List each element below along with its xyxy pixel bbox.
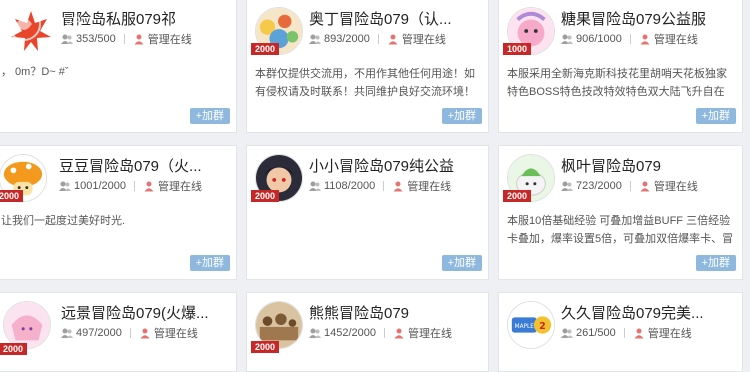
- group-card[interactable]: 冒险岛私服079祁 353/500 管理在线 ， 0m？D~ #ˇ +加群: [0, 0, 237, 133]
- divider: [384, 328, 385, 338]
- capacity-badge: 1000: [503, 43, 532, 55]
- svg-text:2: 2: [539, 321, 546, 332]
- group-meta: 1452/2000 管理在线: [309, 325, 452, 341]
- divider: [134, 181, 135, 191]
- capacity-badge: 2000: [0, 343, 28, 355]
- members-icon: [309, 180, 321, 192]
- admin-status: 管理在线: [158, 181, 202, 193]
- admin-icon: [639, 180, 651, 192]
- group-meta: 1108/2000 管理在线: [309, 178, 451, 194]
- capacity-badge: 2000: [251, 43, 280, 55]
- admin-icon: [387, 33, 399, 45]
- member-count: 497/2000: [76, 327, 122, 339]
- admin-status: 管理在线: [401, 34, 446, 46]
- admin-status: 管理在线: [647, 328, 692, 340]
- group-card[interactable]: 1000 糖果冒险岛079公益服 906/1000 管理在线 本服采用全新海克斯…: [498, 0, 743, 133]
- group-meta: 497/2000 管理在线: [61, 325, 198, 341]
- group-card[interactable]: 2000 豆豆冒险岛079（火... 1001/2000 管理在线 让我们一起度…: [0, 145, 237, 280]
- admin-icon: [139, 327, 151, 339]
- members-icon: [61, 327, 73, 339]
- group-title[interactable]: 糖果冒险岛079公益服: [561, 8, 706, 29]
- join-group-button[interactable]: +加群: [695, 255, 736, 271]
- admin-icon: [393, 327, 405, 339]
- join-group-button[interactable]: +加群: [695, 108, 736, 124]
- group-title[interactable]: 熊熊冒险岛079: [309, 302, 409, 323]
- admin-icon: [392, 180, 404, 192]
- member-count: 1001/2000: [74, 180, 126, 192]
- divider: [383, 181, 385, 191]
- divider: [377, 34, 379, 44]
- maplestory-logo-icon: MAPLE 2: [508, 302, 554, 348]
- group-avatar: [7, 7, 55, 55]
- group-description: 本群仅提供交流用，不用作其他任何用途！如有侵权请及时联系！共同维护良好交流环境！: [255, 68, 475, 98]
- member-count: 1108/2000: [324, 180, 376, 192]
- group-description: 让我们一起度过美好时光.: [1, 215, 126, 227]
- group-meta: 723/2000 管理在线: [561, 178, 698, 194]
- admin-status: 管理在线: [653, 34, 698, 46]
- admin-icon: [639, 33, 651, 45]
- capacity-badge: 2000: [251, 190, 280, 202]
- join-group-button[interactable]: +加群: [189, 108, 230, 124]
- divider: [623, 328, 625, 338]
- group-description: [255, 212, 480, 248]
- admin-status: 管理在线: [147, 34, 192, 46]
- group-description: ， 0m？D~ #ˇ: [1, 66, 69, 78]
- capacity-badge: 2000: [0, 190, 24, 202]
- group-description: 本服采用全新海克斯科技花里胡哨天花板独家特色BOSS特色技改特效特色双大陆飞升自…: [507, 68, 727, 98]
- group-meta: 353/500 管理在线: [61, 31, 192, 47]
- group-card[interactable]: 2000 奥丁冒险岛079（认... 893/2000 管理在线 本群仅提供交流…: [246, 0, 489, 133]
- group-title[interactable]: 奥丁冒险岛079（认...: [309, 8, 452, 29]
- admin-status: 管理在线: [653, 181, 698, 193]
- group-meta: 261/500 管理在线: [561, 325, 692, 341]
- group-avatar: [3, 301, 51, 349]
- members-icon: [309, 327, 321, 339]
- member-count: 723/2000: [576, 180, 622, 192]
- join-group-button[interactable]: +加群: [189, 255, 230, 271]
- members-icon: [61, 33, 73, 45]
- admin-status: 管理在线: [408, 328, 452, 340]
- members-icon: [561, 180, 573, 192]
- group-title[interactable]: 久久冒险岛079完美...: [561, 302, 704, 323]
- group-title[interactable]: 小小冒险岛079纯公益: [309, 155, 454, 176]
- group-meta: 1001/2000 管理在线: [59, 178, 202, 194]
- admin-status: 管理在线: [407, 181, 452, 193]
- svg-text:MAPLE: MAPLE: [515, 324, 535, 330]
- group-card[interactable]: 远景冒险岛079(火爆... 497/2000 管理在线 2000: [0, 292, 237, 372]
- group-card[interactable]: 2000 枫叶冒险岛079 723/2000 管理在线 本服10倍基础经验 可叠…: [498, 145, 743, 280]
- group-description: 本服10倍基础经验 可叠加增益BUFF 三倍经验卡叠加，爆率设置5倍，可叠加双倍…: [507, 215, 734, 245]
- member-count: 261/500: [576, 327, 616, 339]
- admin-icon: [133, 33, 145, 45]
- members-icon: [561, 327, 573, 339]
- capacity-badge: 2000: [503, 190, 532, 202]
- group-title[interactable]: 枫叶冒险岛079: [561, 155, 661, 176]
- join-group-button[interactable]: +加群: [441, 108, 482, 124]
- members-icon: [59, 180, 71, 192]
- group-title[interactable]: 豆豆冒险岛079（火...: [59, 155, 202, 176]
- members-icon: [309, 33, 321, 45]
- capacity-badge: 2000: [251, 341, 280, 353]
- divider: [629, 34, 631, 44]
- member-count: 1452/2000: [324, 327, 376, 339]
- group-card[interactable]: 2000 熊熊冒险岛079 1452/2000 管理在线: [246, 292, 489, 372]
- group-card[interactable]: MAPLE 2 久久冒险岛079完美... 261/500 管理在线: [498, 292, 743, 372]
- divider: [629, 181, 631, 191]
- group-card[interactable]: 2000 小小冒险岛079纯公益 1108/2000 管理在线 +加群: [246, 145, 489, 280]
- group-title[interactable]: 远景冒险岛079(火爆...: [61, 302, 209, 323]
- member-count: 353/500: [76, 33, 116, 45]
- member-count: 906/1000: [576, 33, 622, 45]
- members-icon: [561, 33, 573, 45]
- join-group-button[interactable]: +加群: [441, 255, 482, 271]
- admin-status: 管理在线: [153, 328, 198, 340]
- admin-icon: [143, 180, 155, 192]
- group-title[interactable]: 冒险岛私服079祁: [61, 8, 176, 29]
- divider: [123, 34, 125, 44]
- group-avatar: MAPLE 2: [507, 301, 555, 349]
- divider: [129, 328, 131, 338]
- group-meta: 906/1000 管理在线: [561, 31, 698, 47]
- member-count: 893/2000: [324, 33, 370, 45]
- maple-leaf-icon: [7, 7, 55, 55]
- group-meta: 893/2000 管理在线: [309, 31, 446, 47]
- admin-icon: [633, 327, 645, 339]
